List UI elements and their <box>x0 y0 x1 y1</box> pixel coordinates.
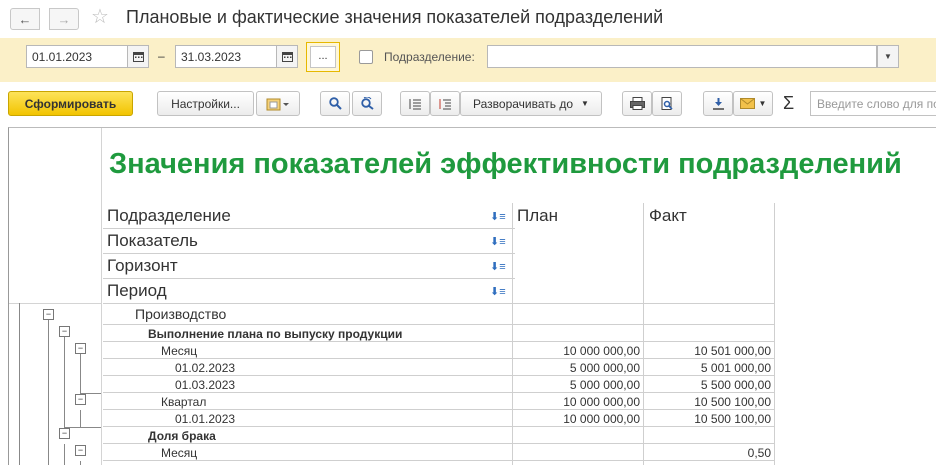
table-cell-fact: 10 501 000,00 <box>694 344 771 358</box>
printer-icon <box>629 97 645 110</box>
collapse-button[interactable] <box>400 91 430 116</box>
department-label: Подразделение: <box>384 50 475 64</box>
sort-icon[interactable]: ⬇≡ <box>490 235 506 248</box>
table-row-label: Месяц <box>161 446 198 460</box>
header-horizon[interactable]: Горизонт <box>107 256 178 276</box>
search-icon <box>328 97 342 110</box>
table-row-label: 01.02.2023 <box>175 361 236 375</box>
collapse-toggle[interactable]: − <box>75 445 86 456</box>
table-cell-plan: 10 000 000,00 <box>563 344 640 358</box>
table-cell-fact: 0,50 <box>747 446 771 460</box>
header-period[interactable]: Период <box>107 281 167 301</box>
find-button[interactable] <box>320 91 350 116</box>
expand-to-dropdown[interactable]: Разворачивать до ▼ <box>460 91 602 116</box>
envelope-icon <box>739 98 755 109</box>
chevron-down-icon: ▼ <box>581 99 589 108</box>
table-cell-fact: 10 500 100,00 <box>694 412 771 426</box>
print-button[interactable] <box>622 91 652 116</box>
table-row-label: Месяц <box>161 344 198 358</box>
table-row-label: Доля брака <box>148 429 216 443</box>
title-bar: ← → ☆ Плановые и фактические значения по… <box>0 0 936 36</box>
report-title: Значения показателей эффективности подра… <box>109 148 902 180</box>
parameters-panel: 01.01.2023 – 31.03.2023 ... Подразделени… <box>0 38 936 82</box>
report-area[interactable]: Значения показателей эффективности подра… <box>8 127 936 465</box>
back-button[interactable]: ← <box>10 8 40 30</box>
calendar-from-button[interactable] <box>127 45 149 68</box>
collapse-toggle[interactable]: − <box>59 326 70 337</box>
header-plan[interactable]: План <box>517 206 558 226</box>
calendar-icon <box>132 52 144 62</box>
calendar-to-button[interactable] <box>276 45 298 68</box>
chevron-down-icon: ▼ <box>758 99 767 108</box>
gutter-divider <box>101 128 102 465</box>
print-preview-icon <box>661 96 673 110</box>
date-range-dash: – <box>158 49 165 63</box>
department-dropdown-button[interactable]: ▼ <box>877 45 899 68</box>
chevron-down-icon: ▼ <box>884 52 892 61</box>
report-variants-icon <box>266 98 289 110</box>
expand-to-label: Разворачивать до <box>473 96 574 111</box>
sort-icon[interactable]: ⬇≡ <box>490 285 506 298</box>
collapse-toggle[interactable]: − <box>75 394 86 405</box>
variants-button[interactable] <box>256 91 300 116</box>
collapse-toggle[interactable]: − <box>75 343 86 354</box>
table-cell-plan: 5 000 000,00 <box>569 361 640 375</box>
forward-button[interactable]: → <box>49 8 79 30</box>
sort-icon[interactable]: ⬇≡ <box>490 210 506 223</box>
expand-button[interactable] <box>430 91 460 116</box>
table-cell-plan: 10 000 000,00 <box>563 412 640 426</box>
period-select-button[interactable]: ... <box>306 42 340 72</box>
collapse-toggle[interactable]: − <box>59 428 70 439</box>
gutter-header-divider <box>9 303 101 304</box>
table-row-label: 01.01.2023 <box>175 412 236 426</box>
favorite-star-icon[interactable]: ☆ <box>91 6 109 28</box>
table-row-label: Выполнение плана по выпуску продукции <box>148 327 403 341</box>
collapse-all-icon <box>409 98 421 109</box>
table-row-label: Квартал <box>161 395 207 409</box>
sort-icon[interactable]: ⬇≡ <box>490 260 506 273</box>
table-cell-fact: 10 500 100,00 <box>694 395 771 409</box>
header-indicator[interactable]: Показатель <box>107 231 198 251</box>
preview-button[interactable] <box>652 91 682 116</box>
generate-button[interactable]: Сформировать <box>8 91 133 116</box>
header-fact[interactable]: Факт <box>649 206 687 226</box>
date-from-field[interactable]: 01.01.2023 <box>26 45 128 68</box>
collapse-toggle[interactable]: − <box>43 309 54 320</box>
arrow-left-icon: ← <box>18 11 32 27</box>
window-title: Плановые и фактические значения показате… <box>126 7 664 27</box>
expand-all-icon <box>439 98 451 109</box>
toolbar: Сформировать Настройки... Разворачивать … <box>0 88 936 120</box>
period-dots-label: ... <box>310 46 336 68</box>
date-to-field[interactable]: 31.03.2023 <box>175 45 277 68</box>
send-email-button[interactable]: ▼ <box>733 91 773 116</box>
department-checkbox[interactable] <box>359 50 373 64</box>
arrow-right-icon: → <box>57 11 71 27</box>
table-row-label: 01.03.2023 <box>175 378 236 392</box>
table-cell-plan: 5 000 000,00 <box>569 378 640 392</box>
department-field[interactable] <box>487 45 877 68</box>
table-cell-plan: 10 000 000,00 <box>563 395 640 409</box>
header-department[interactable]: Подразделение <box>107 206 231 226</box>
settings-button[interactable]: Настройки... <box>157 91 254 116</box>
save-button[interactable] <box>703 91 733 116</box>
search-next-icon <box>361 97 374 110</box>
search-input[interactable]: Введите слово для поиска <box>810 91 936 116</box>
table-cell-fact: 5 001 000,00 <box>700 361 771 375</box>
calendar-icon <box>281 52 293 62</box>
sum-icon[interactable]: Σ <box>783 93 794 114</box>
download-icon <box>712 98 724 110</box>
table-cell-fact: 5 500 000,00 <box>700 378 771 392</box>
find-next-button[interactable] <box>352 91 382 116</box>
table-row-label: Производство <box>135 306 227 322</box>
